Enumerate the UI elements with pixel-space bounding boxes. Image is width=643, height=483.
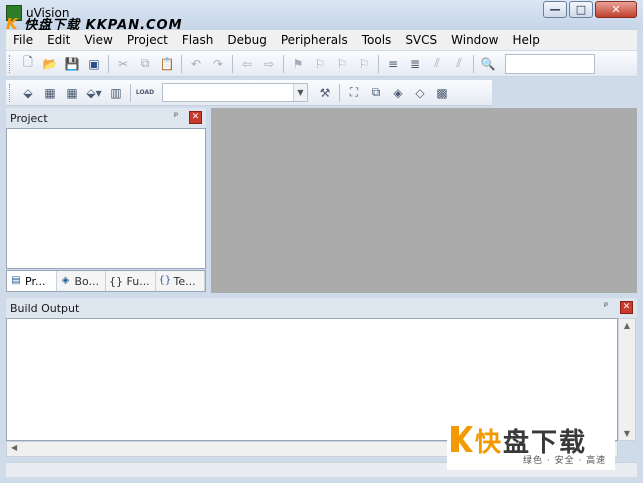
paste-icon[interactable]: 📋 — [156, 53, 178, 75]
toolbar-separator — [283, 54, 284, 73]
bookmark-icon[interactable]: ⚑ — [287, 53, 309, 75]
menu-bar: File Edit View Project Flash Debug Perip… — [6, 30, 637, 50]
build-icon[interactable]: ▦ — [39, 82, 61, 104]
menu-view[interactable]: View — [77, 30, 119, 50]
menu-project[interactable]: Project — [120, 30, 175, 50]
window-controls: — □ ✕ — [541, 1, 637, 18]
project-panel-header: Project ᵖ ✕ — [6, 108, 206, 128]
tab-label: Bo... — [74, 274, 100, 288]
build-output-header: Build Output ᵖ ✕ — [6, 298, 637, 318]
next-bookmark-icon[interactable]: ⚐ — [331, 53, 353, 75]
watermark-cn-first: 快 — [475, 428, 504, 458]
editor-area[interactable] — [211, 108, 637, 293]
new-file-icon[interactable]: 🗋 — [17, 53, 39, 75]
indent-icon[interactable]: ≡ — [382, 53, 404, 75]
watermark-subtitle: 绿色 · 安全 · 高速 — [523, 456, 607, 466]
vertical-scrollbar[interactable]: ▲ ▼ — [618, 318, 636, 441]
title-bar: uVision K 快盘下载 KKPAN.COM — □ ✕ — [0, 0, 643, 33]
toolbar-separator — [378, 54, 379, 73]
scroll-down-icon[interactable]: ▼ — [619, 429, 635, 438]
uncomment-icon[interactable]: ⫽ — [448, 53, 470, 75]
minimize-button[interactable]: — — [543, 1, 567, 18]
scroll-left-icon[interactable]: ◀ — [11, 443, 17, 452]
select-packs-icon[interactable]: ⧉ — [365, 82, 387, 104]
cut-icon[interactable]: ✂ — [112, 53, 134, 75]
chevron-down-icon: ▼ — [293, 84, 307, 101]
target-select[interactable]: ▼ — [162, 83, 308, 102]
books-icon[interactable]: ▩ — [431, 82, 453, 104]
download-icon[interactable]: LOAD — [134, 82, 156, 104]
project-tree[interactable] — [6, 128, 206, 269]
open-file-icon[interactable]: 📂 — [39, 53, 61, 75]
undo-icon[interactable]: ↶ — [185, 53, 207, 75]
menu-flash[interactable]: Flash — [175, 30, 220, 50]
menu-file[interactable]: File — [6, 30, 40, 50]
books-tab-icon: ◈ — [61, 275, 70, 286]
watermark-k-logo — [451, 426, 473, 452]
toolbar-separator — [232, 54, 233, 73]
pack-installer-icon[interactable]: ◈ — [387, 82, 409, 104]
tab-project[interactable]: ▤ Pr... — [7, 271, 57, 291]
tab-books[interactable]: ◈ Bo... — [57, 271, 106, 291]
tab-functions[interactable]: {} Fu... — [106, 271, 156, 291]
find-in-files-icon[interactable]: 🔍 — [477, 53, 499, 75]
toolbar-separator — [181, 54, 182, 73]
templates-tab-icon: {} — [158, 275, 172, 286]
menu-tools[interactable]: Tools — [355, 30, 399, 50]
project-tabs: ▤ Pr... ◈ Bo... {} Fu... {} Te... — [6, 270, 206, 292]
tab-label: Pr... — [25, 274, 46, 288]
toolbar-separator — [130, 83, 131, 102]
prev-bookmark-icon[interactable]: ⚐ — [309, 53, 331, 75]
batch-build-icon[interactable]: ⬙▾ — [83, 82, 105, 104]
toolbar-grip[interactable] — [9, 54, 13, 73]
tab-label: Te... — [173, 274, 196, 288]
save-all-icon[interactable]: ▣ — [83, 53, 105, 75]
build-toolbar: ⬙ ▦ ▦ ⬙▾ ▥ LOAD ▼ ⚒ ⛶ ⧉ ◈ ◇ ▩ — [6, 80, 492, 106]
maximize-button[interactable]: □ — [569, 1, 593, 18]
close-icon: ✕ — [611, 3, 621, 16]
menu-edit[interactable]: Edit — [40, 30, 77, 50]
file-toolbar: 🗋 📂 💾 ▣ ✂ ⧉ 📋 ↶ ↷ ⇦ ⇨ ⚑ ⚐ ⚐ ⚐ ≡ ≣ ⫽ ⫽ 🔍 — [6, 51, 637, 77]
menu-help[interactable]: Help — [505, 30, 546, 50]
maximize-icon: □ — [575, 3, 587, 16]
rebuild-icon[interactable]: ▦ — [61, 82, 83, 104]
clear-bookmarks-icon[interactable]: ⚐ — [353, 53, 375, 75]
menu-window[interactable]: Window — [444, 30, 505, 50]
scroll-up-icon[interactable]: ▲ — [619, 321, 635, 330]
pin-icon[interactable]: ᵖ — [604, 301, 608, 312]
find-input[interactable] — [505, 53, 595, 74]
toolbar-grip[interactable] — [9, 83, 13, 102]
save-icon[interactable]: 💾 — [61, 53, 83, 75]
toolbar-separator — [473, 54, 474, 73]
build-output-title: Build Output — [10, 301, 80, 315]
minimize-icon: — — [549, 3, 561, 16]
target-options-icon[interactable]: ⚒ — [314, 82, 336, 104]
close-button[interactable]: ✕ — [595, 1, 637, 18]
project-tab-icon: ▤ — [11, 275, 21, 286]
nav-forward-icon[interactable]: ⇨ — [258, 53, 280, 75]
toolbar-separator — [339, 83, 340, 102]
translate-icon[interactable]: ⬙ — [17, 82, 39, 104]
unindent-icon[interactable]: ≣ — [404, 53, 426, 75]
stop-build-icon[interactable]: ▥ — [105, 82, 127, 104]
project-panel-close-icon[interactable]: ✕ — [189, 111, 202, 124]
copy-icon[interactable]: ⧉ — [134, 53, 156, 75]
comment-icon[interactable]: ⫽ — [426, 53, 448, 75]
menu-peripherals[interactable]: Peripherals — [274, 30, 355, 50]
build-output-close-icon[interactable]: ✕ — [620, 301, 633, 314]
watermark-logo-box: 快盘下载 绿色 · 安全 · 高速 — [447, 418, 615, 470]
manage-components-icon[interactable]: ⛶ — [343, 82, 365, 104]
project-panel-title: Project — [10, 111, 48, 125]
tab-templates[interactable]: {} Te... — [156, 271, 205, 291]
menu-svcs[interactable]: SVCS — [398, 30, 444, 50]
menu-debug[interactable]: Debug — [220, 30, 273, 50]
nav-back-icon[interactable]: ⇦ — [236, 53, 258, 75]
run-time-env-icon[interactable]: ◇ — [409, 82, 431, 104]
pin-icon[interactable]: ᵖ — [174, 111, 178, 122]
redo-icon[interactable]: ↷ — [207, 53, 229, 75]
tab-label: {} Fu... — [109, 274, 150, 288]
toolbar-separator — [108, 54, 109, 73]
